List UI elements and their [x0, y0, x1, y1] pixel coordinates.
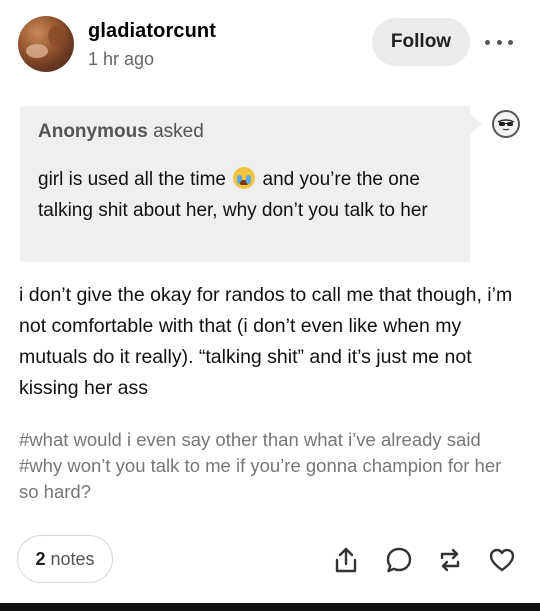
ask-text: girl is used all the time and you’re the…	[38, 164, 452, 226]
tag[interactable]: #why won’t you talk to me if you’re gonn…	[19, 455, 501, 502]
crying-face-emoji-icon	[233, 167, 256, 189]
tag[interactable]: #what would i even say other than what i…	[19, 429, 481, 450]
ask-bubble: Anonymous asked girl is used all the tim…	[20, 106, 470, 262]
answer-text: i don’t give the okay for randos to call…	[19, 284, 513, 399]
post-card: gladiatorcunt 1 hr ago Follow Anonymous …	[0, 0, 540, 611]
avatar[interactable]	[18, 16, 74, 72]
more-options-icon[interactable]	[485, 32, 513, 52]
bottom-edge	[0, 603, 540, 611]
asker-line: Anonymous asked	[38, 120, 452, 144]
ask-bubble-tail	[470, 114, 482, 134]
tag-list: #what would i even say other than what i…	[19, 427, 524, 505]
like-icon[interactable]	[486, 544, 518, 576]
asker-name: Anonymous	[38, 121, 148, 142]
timestamp[interactable]: 1 hr ago	[88, 49, 154, 70]
follow-button[interactable]: Follow	[372, 18, 470, 66]
notes-count: 2	[35, 548, 46, 569]
username[interactable]: gladiatorcunt	[88, 20, 216, 43]
share-icon[interactable]	[330, 544, 362, 576]
post-header: gladiatorcunt 1 hr ago Follow	[18, 14, 522, 74]
reblog-icon[interactable]	[434, 544, 466, 576]
anonymous-avatar-icon	[492, 110, 520, 138]
notes-button[interactable]: 2 notes	[17, 535, 113, 583]
asked-label: asked	[153, 121, 204, 142]
ask-text-part-1: girl is used all the time	[38, 169, 226, 190]
notes-label: notes	[50, 548, 95, 569]
reply-icon[interactable]	[383, 544, 415, 576]
